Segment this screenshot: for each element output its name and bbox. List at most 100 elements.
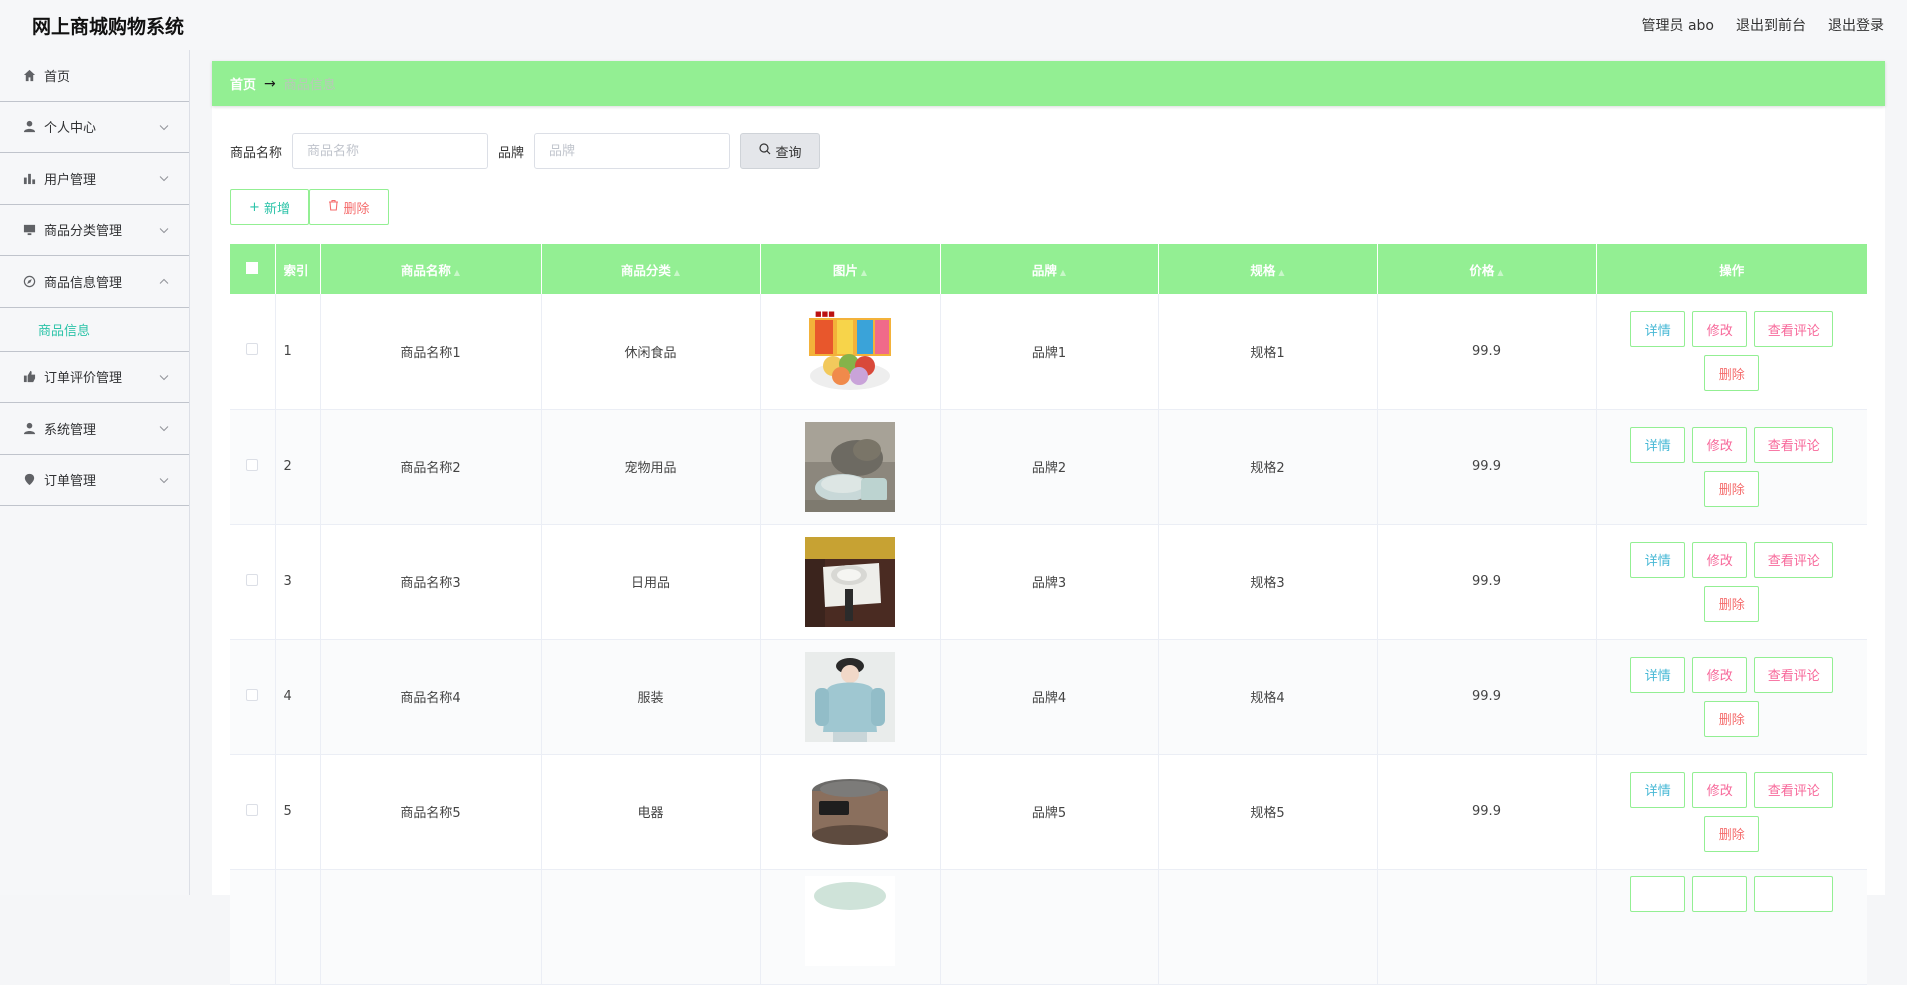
product-name-input[interactable]: [292, 133, 489, 169]
edit-button[interactable]: [1692, 875, 1748, 912]
col-spec[interactable]: 规格 ▲: [1158, 244, 1378, 294]
table-row: 4 商品名称4 服装 品牌4 规格4 99.9 详情 修改 查看评论 删除: [230, 639, 1867, 755]
sidebar-item-home[interactable]: 首页: [0, 50, 189, 102]
edit-button[interactable]: 修改: [1692, 656, 1748, 693]
sidebar-item-category-management[interactable]: 商品分类管理: [0, 205, 189, 256]
sort-icon[interactable]: ▲: [1060, 268, 1066, 277]
breadcrumb-home-link[interactable]: 首页: [230, 74, 256, 93]
appliance-image[interactable]: [805, 766, 895, 857]
detail-button[interactable]: 详情: [1630, 426, 1686, 463]
row-checkbox[interactable]: [230, 869, 276, 985]
delete-button[interactable]: 删除: [1704, 470, 1760, 507]
row-brand: 品牌4: [940, 639, 1159, 755]
row-name: 商品名称2: [320, 409, 542, 525]
col-category[interactable]: 商品分类 ▲: [541, 244, 761, 294]
sort-icon[interactable]: ▲: [454, 268, 460, 277]
sort-icon[interactable]: ▲: [1497, 268, 1503, 277]
view-reviews-button[interactable]: 查看评论: [1754, 541, 1834, 578]
query-button[interactable]: 查询: [740, 133, 821, 169]
view-reviews-button[interactable]: 查看评论: [1754, 426, 1834, 463]
row-price: 99.9: [1377, 639, 1597, 755]
breadcrumb: 首页 → 商品信息: [212, 61, 1885, 106]
sort-icon[interactable]: ▲: [861, 268, 867, 277]
breadcrumb-current: 商品信息: [283, 78, 336, 93]
row-price: 99.9: [1377, 754, 1597, 870]
row-name: 商品名称5: [320, 754, 542, 870]
delete-button[interactable]: 删除: [1704, 815, 1760, 852]
delete-button[interactable]: 删除: [1704, 700, 1760, 737]
col-index: 索引: [275, 244, 321, 294]
search-form: 商品名称 品牌 查询: [230, 133, 821, 169]
breadcrumb-arrow-icon: →: [264, 75, 276, 92]
add-button[interactable]: + 新增: [230, 189, 309, 225]
row-checkbox[interactable]: [230, 409, 276, 525]
row-spec: 规格5: [1158, 754, 1378, 870]
row-image-cell: [760, 754, 941, 870]
sidebar-item-system-management[interactable]: 系统管理: [0, 403, 189, 455]
sort-icon[interactable]: ▲: [674, 268, 680, 277]
edit-button[interactable]: 修改: [1692, 426, 1748, 463]
row-spec: 规格1: [1158, 294, 1378, 410]
product-image[interactable]: [805, 875, 895, 966]
edit-button[interactable]: 修改: [1692, 311, 1748, 348]
exit-to-front-link[interactable]: 退出到前台: [1736, 15, 1806, 35]
view-reviews-button[interactable]: [1754, 875, 1834, 912]
logout-link[interactable]: 退出登录: [1828, 15, 1884, 35]
row-image-cell: [760, 639, 941, 755]
batch-delete-button[interactable]: 删除: [309, 189, 389, 225]
brand-input[interactable]: [534, 133, 731, 169]
delete-button[interactable]: 删除: [1704, 585, 1760, 622]
sidebar-item-order-management[interactable]: 订单管理: [0, 455, 189, 506]
row-price: 99.9: [1377, 294, 1597, 410]
snack-image[interactable]: ■■■: [805, 306, 895, 397]
pet-image[interactable]: [805, 421, 895, 512]
product-table: 索引 商品名称 ▲ 商品分类 ▲ 图片 ▲ 品牌 ▲ 规格 ▲ 价格 ▲ 操作 1 商品名称…: [230, 244, 1867, 985]
row-ops: 详情 修改 查看评论 删除: [1596, 754, 1867, 870]
detail-button[interactable]: 详情: [1630, 311, 1686, 348]
sidebar-item-product-management[interactable]: 商品信息管理: [0, 256, 189, 308]
detail-button[interactable]: 详情: [1630, 771, 1686, 808]
row-checkbox[interactable]: [230, 524, 276, 640]
row-price: 99.9: [1377, 409, 1597, 525]
detail-button[interactable]: [1630, 875, 1686, 912]
edit-button[interactable]: 修改: [1692, 771, 1748, 808]
daily-image[interactable]: [805, 536, 895, 627]
chevron-up-icon: [159, 274, 169, 289]
row-ops: [1596, 869, 1867, 985]
clothing-image[interactable]: [805, 651, 895, 742]
row-name: [320, 869, 542, 985]
row-checkbox[interactable]: [230, 294, 276, 410]
sort-icon[interactable]: ▲: [1278, 268, 1284, 277]
delete-button[interactable]: 删除: [1704, 355, 1760, 392]
view-reviews-button[interactable]: 查看评论: [1754, 656, 1834, 693]
row-index: 1: [275, 294, 321, 410]
row-checkbox[interactable]: [230, 754, 276, 870]
add-label: 新增: [263, 201, 290, 217]
select-all-checkbox[interactable]: [230, 244, 276, 294]
table-row: 2 商品名称2 宠物用品 品牌2 规格2 99.9 详情 修改 查看评论 删除: [230, 409, 1867, 525]
col-price[interactable]: 价格 ▲: [1377, 244, 1597, 294]
table-row: 5 商品名称5 电器 品牌5 规格5 99.9 详情 修改 查看评论 删除: [230, 754, 1867, 870]
home-icon: [22, 68, 36, 82]
sidebar-item-label: 首页: [44, 69, 71, 85]
edit-button[interactable]: 修改: [1692, 541, 1748, 578]
detail-button[interactable]: 详情: [1630, 656, 1686, 693]
sidebar-item-personal-center[interactable]: 个人中心: [0, 102, 189, 153]
col-name[interactable]: 商品名称 ▲: [320, 244, 542, 294]
col-brand[interactable]: 品牌 ▲: [940, 244, 1159, 294]
detail-button[interactable]: 详情: [1630, 541, 1686, 578]
sidebar-item-order-review[interactable]: 订单评价管理: [0, 352, 189, 403]
row-brand: 品牌5: [940, 754, 1159, 870]
view-reviews-button[interactable]: 查看评论: [1754, 771, 1834, 808]
sidebar-item-label: 商品分类管理: [44, 224, 123, 240]
table-row: 3 商品名称3 日用品 品牌3 规格3 99.9 详情 修改 查看评论 删除: [230, 524, 1867, 640]
row-spec: 规格2: [1158, 409, 1378, 525]
row-price: 99.9: [1377, 524, 1597, 640]
row-checkbox[interactable]: [230, 639, 276, 755]
sidebar-subitem-product-info[interactable]: 商品信息: [0, 308, 189, 352]
row-price: [1377, 869, 1597, 985]
sidebar-item-user-management[interactable]: 用户管理: [0, 153, 189, 205]
col-image[interactable]: 图片 ▲: [760, 244, 941, 294]
row-index: [275, 869, 321, 985]
view-reviews-button[interactable]: 查看评论: [1754, 311, 1834, 348]
